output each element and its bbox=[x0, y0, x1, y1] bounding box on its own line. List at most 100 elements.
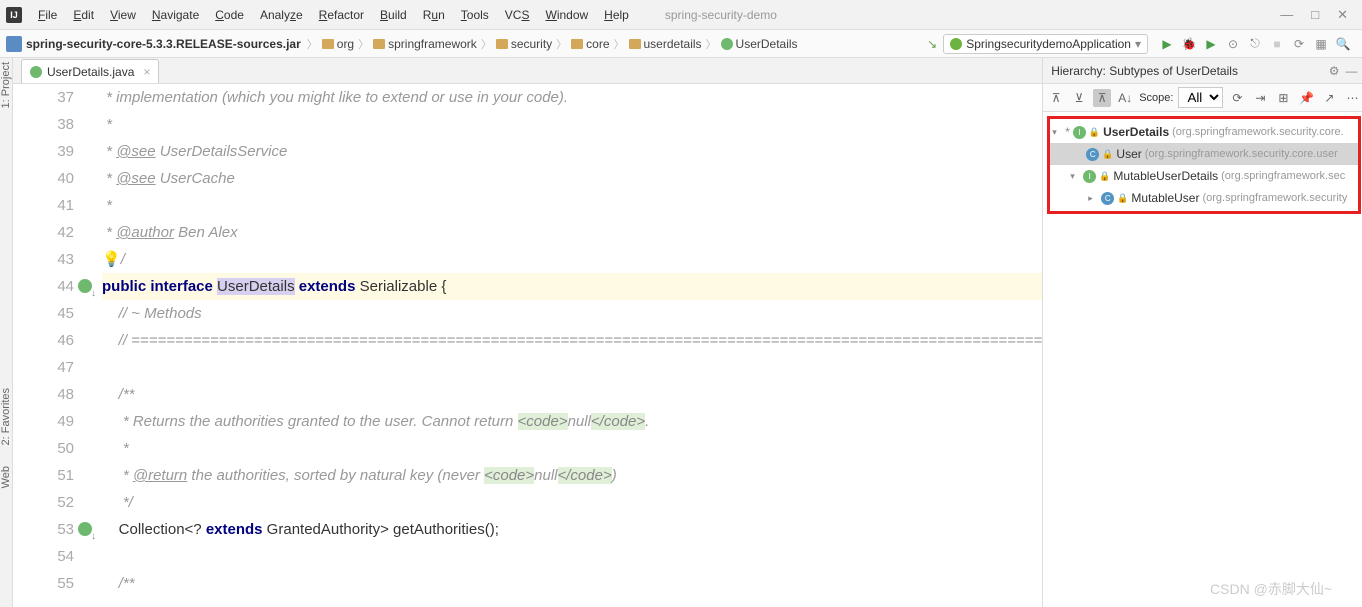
interface-icon: I bbox=[1073, 126, 1086, 139]
left-tool-favorites[interactable]: 2: Favorites bbox=[0, 388, 12, 445]
close-button[interactable]: ✕ bbox=[1337, 7, 1348, 23]
hide-icon[interactable]: — bbox=[1345, 64, 1357, 78]
folder-icon bbox=[373, 39, 385, 49]
class-icon: C bbox=[1086, 148, 1099, 161]
run-config-selector[interactable]: SpringsecuritydemoApplication ▾ bbox=[943, 34, 1148, 54]
stop-icon[interactable]: ■ bbox=[1270, 37, 1284, 51]
menu-vcs[interactable]: VCS bbox=[499, 5, 536, 25]
menu-view[interactable]: View bbox=[104, 5, 142, 25]
sort-icon[interactable]: A↓ bbox=[1116, 89, 1134, 107]
collapse-icon[interactable]: ▾ bbox=[1070, 165, 1080, 187]
export-icon[interactable]: ↗ bbox=[1320, 89, 1338, 107]
menu-edit[interactable]: Edit bbox=[67, 5, 100, 25]
crumb-core[interactable]: core bbox=[571, 37, 609, 51]
menu-file[interactable]: File bbox=[32, 5, 63, 25]
crumb-springframework[interactable]: springframework bbox=[373, 37, 477, 51]
class-icon: C bbox=[1101, 192, 1114, 205]
search-icon[interactable]: 🔍 bbox=[1336, 37, 1350, 51]
hierarchy-tree[interactable]: ▾ * I 🔒 UserDetails (org.springframework… bbox=[1043, 112, 1362, 607]
tree-node-mutableuserdetails[interactable]: ▾ I 🔒 MutableUserDetails (org.springfram… bbox=[1050, 165, 1358, 187]
left-tool-web[interactable]: Web bbox=[0, 466, 12, 488]
autoscroll-icon[interactable]: ⇥ bbox=[1251, 89, 1269, 107]
tree-node-user[interactable]: C 🔒 User (org.springframework.security.c… bbox=[1050, 143, 1358, 165]
main-content: 1: Project 2: Favorites Web UserDetails.… bbox=[0, 58, 1362, 607]
lock-icon: 🔒 bbox=[1089, 121, 1100, 143]
build-hammer-icon[interactable]: ↘ bbox=[927, 37, 937, 51]
subtypes-icon[interactable]: ⊼ bbox=[1093, 89, 1111, 107]
hierarchy-panel: Hierarchy: Subtypes of UserDetails ⚙ — ⊼… bbox=[1042, 58, 1362, 607]
menu-window[interactable]: Window bbox=[539, 5, 594, 25]
main-menu: File Edit View Navigate Code Analyze Ref… bbox=[32, 5, 635, 25]
crumb-sep: 〉 bbox=[307, 36, 318, 52]
interface-icon bbox=[30, 66, 42, 78]
toolbar-run-icons: ▶ 🐞 ▶ ⊙ ⎋ ■ ⟳ ▦ 🔍 bbox=[1154, 37, 1356, 51]
hierarchy-toolbar: ⊼ ⊻ ⊼ A↓ Scope: All ⟳ ⇥ ⊞ 📌 ↗ ⋯ bbox=[1043, 84, 1362, 112]
menu-help[interactable]: Help bbox=[598, 5, 635, 25]
chevron-down-icon: ▾ bbox=[1135, 37, 1141, 51]
code-editor[interactable]: 3738394041424344↓454647484950515253↓5455… bbox=[13, 84, 1042, 607]
highlight-box: ▾ * I 🔒 UserDetails (org.springframework… bbox=[1047, 116, 1361, 214]
window-controls: — □ ✕ bbox=[1280, 7, 1356, 23]
folder-icon bbox=[571, 39, 583, 49]
window-title: spring-security-demo bbox=[665, 8, 777, 22]
navigation-bar: spring-security-core-5.3.3.RELEASE-sourc… bbox=[0, 30, 1362, 58]
line-gutter: 3738394041424344↓454647484950515253↓5455 bbox=[13, 84, 98, 607]
maximize-button[interactable]: □ bbox=[1311, 7, 1319, 23]
tree-node-userdetails[interactable]: ▾ * I 🔒 UserDetails (org.springframework… bbox=[1050, 121, 1358, 143]
pin-icon[interactable]: 📌 bbox=[1297, 89, 1315, 107]
jar-icon bbox=[6, 36, 22, 52]
nav-root[interactable]: spring-security-core-5.3.3.RELEASE-sourc… bbox=[26, 37, 301, 51]
crumb-security[interactable]: security bbox=[496, 37, 552, 51]
scope-selector[interactable]: All bbox=[1178, 87, 1223, 108]
editor-area: UserDetails.java × 3738394041424344↓4546… bbox=[13, 58, 1042, 607]
crumb-userdetails[interactable]: userdetails bbox=[629, 37, 702, 51]
left-tool-project[interactable]: 1: Project bbox=[0, 62, 12, 108]
menu-build[interactable]: Build bbox=[374, 5, 413, 25]
menu-navigate[interactable]: Navigate bbox=[146, 5, 205, 25]
folder-icon bbox=[322, 39, 334, 49]
watermark: CSDN @赤脚大仙~ bbox=[1210, 579, 1332, 599]
menu-refactor[interactable]: Refactor bbox=[313, 5, 370, 25]
lock-icon: 🔒 bbox=[1102, 143, 1113, 165]
menu-analyze[interactable]: Analyze bbox=[254, 5, 309, 25]
folder-icon bbox=[629, 39, 641, 49]
structure-icon[interactable]: ▦ bbox=[1314, 37, 1328, 51]
class-hierarchy-icon[interactable]: ⊼ bbox=[1047, 89, 1065, 107]
git-update-icon[interactable]: ⟳ bbox=[1292, 37, 1306, 51]
spring-icon bbox=[950, 38, 962, 50]
editor-tabs: UserDetails.java × bbox=[13, 58, 1042, 84]
attach-icon[interactable]: ⎋ bbox=[1248, 37, 1262, 51]
menu-tools[interactable]: Tools bbox=[455, 5, 495, 25]
supertypes-icon[interactable]: ⊻ bbox=[1070, 89, 1088, 107]
tree-node-mutableuser[interactable]: ▸ C 🔒 MutableUser (org.springframework.s… bbox=[1050, 187, 1358, 209]
folder-icon bbox=[496, 39, 508, 49]
crumb-org[interactable]: org bbox=[322, 37, 354, 51]
refresh-icon[interactable]: ⟳ bbox=[1228, 89, 1246, 107]
minimize-button[interactable]: — bbox=[1280, 7, 1293, 23]
hierarchy-title: Hierarchy: Subtypes of UserDetails ⚙ — bbox=[1043, 58, 1362, 84]
expand-icon[interactable]: ⊞ bbox=[1274, 89, 1292, 107]
gear-icon[interactable]: ⚙ bbox=[1329, 64, 1340, 78]
menu-code[interactable]: Code bbox=[209, 5, 250, 25]
profile-icon[interactable]: ⊙ bbox=[1226, 37, 1240, 51]
crumb-userdetails-class[interactable]: UserDetails bbox=[721, 37, 798, 51]
debug-icon[interactable]: 🐞 bbox=[1182, 37, 1196, 51]
collapse-icon[interactable]: ▾ bbox=[1052, 121, 1062, 143]
interface-icon bbox=[721, 38, 733, 50]
intention-bulb-icon[interactable]: 💡 bbox=[102, 251, 121, 268]
scope-label: Scope: bbox=[1139, 92, 1173, 104]
left-tool-strip: 1: Project 2: Favorites Web bbox=[0, 58, 13, 607]
menu-run[interactable]: Run bbox=[417, 5, 451, 25]
lock-icon: 🔒 bbox=[1099, 165, 1110, 187]
titlebar: IJ File Edit View Navigate Code Analyze … bbox=[0, 0, 1362, 30]
tab-userdetails[interactable]: UserDetails.java × bbox=[21, 59, 159, 83]
lock-icon: 🔒 bbox=[1117, 187, 1128, 209]
interface-icon: I bbox=[1083, 170, 1096, 183]
code-content[interactable]: * implementation (which you might like t… bbox=[98, 84, 1042, 607]
more-icon[interactable]: ⋯ bbox=[1343, 89, 1361, 107]
expand-icon[interactable]: ▸ bbox=[1088, 187, 1098, 209]
coverage-icon[interactable]: ▶ bbox=[1204, 37, 1218, 51]
run-icon[interactable]: ▶ bbox=[1160, 37, 1174, 51]
close-tab-icon[interactable]: × bbox=[143, 65, 150, 79]
app-logo: IJ bbox=[6, 7, 22, 23]
